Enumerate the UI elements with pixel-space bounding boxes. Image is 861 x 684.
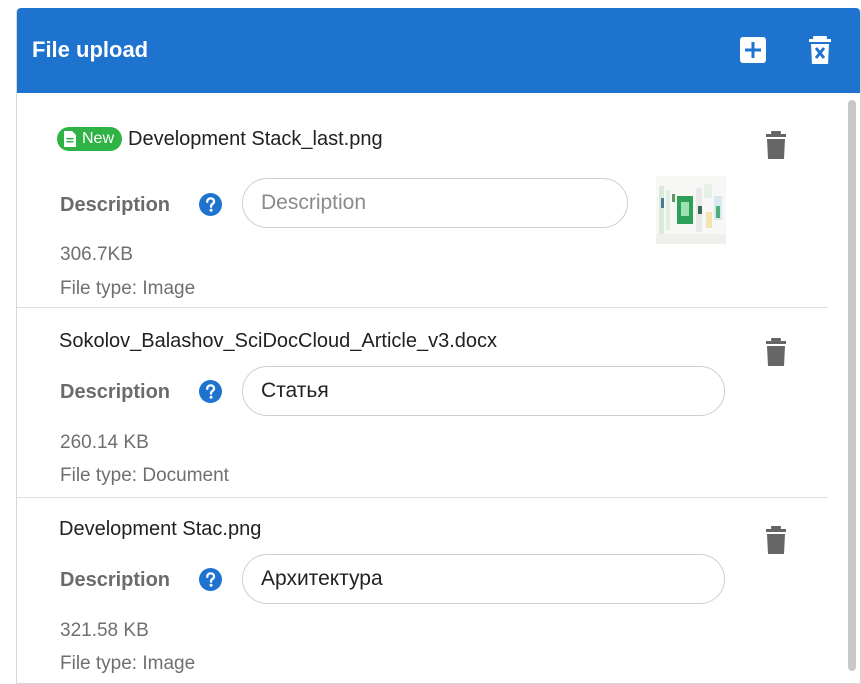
question-circle-icon <box>199 568 222 591</box>
file-name: Development Stac.png <box>59 518 262 540</box>
new-badge-label: New <box>82 130 115 147</box>
file-type: File type: Image <box>60 278 196 299</box>
file-type: File type: Image <box>60 653 196 674</box>
help-icon[interactable] <box>199 193 222 216</box>
description-input[interactable] <box>242 178 628 228</box>
question-circle-icon <box>199 380 222 403</box>
file-item: Development Stac.png Description 321.58 … <box>17 496 828 683</box>
file-list: New Development Stack_last.png Descripti… <box>17 93 860 683</box>
file-name-row: New Development Stack_last.png <box>57 127 383 151</box>
file-name-row: Sokolov_Balashov_SciDocCloud_Article_v3.… <box>57 330 497 353</box>
delete-file-button[interactable] <box>765 526 787 554</box>
description-input[interactable] <box>242 366 725 416</box>
trash-x-icon <box>809 36 831 64</box>
scrollbar-thumb[interactable] <box>848 100 856 671</box>
document-icon <box>64 131 76 147</box>
scrollbar[interactable] <box>848 100 856 671</box>
help-icon[interactable] <box>199 568 222 591</box>
file-name: Sokolov_Balashov_SciDocCloud_Article_v3.… <box>59 330 498 352</box>
file-size: 321.58 KB <box>60 620 149 641</box>
trash-icon <box>766 131 786 159</box>
file-name: Development Stack_last.png <box>128 127 383 150</box>
add-file-button[interactable] <box>737 34 769 66</box>
file-name-row: Development Stac.png <box>57 518 261 541</box>
panel-title: File upload <box>32 37 149 62</box>
question-circle-icon <box>199 193 222 216</box>
delete-all-button[interactable] <box>804 34 836 66</box>
description-input[interactable] <box>242 554 725 604</box>
trash-icon <box>766 526 786 554</box>
file-upload-panel: File upload New Development Stack_last.p… <box>16 8 861 684</box>
delete-file-button[interactable] <box>765 131 787 159</box>
trash-icon <box>766 338 786 366</box>
description-label: Description <box>60 381 171 403</box>
file-size: 260.14 KB <box>60 432 149 453</box>
file-item: Sokolov_Balashov_SciDocCloud_Article_v3.… <box>17 308 828 498</box>
panel-header: File upload <box>17 8 860 93</box>
description-label: Description <box>60 569 171 591</box>
file-type: File type: Document <box>60 465 229 486</box>
file-item: New Development Stack_last.png Descripti… <box>17 93 828 308</box>
description-label: Description <box>60 194 171 216</box>
image-thumbnail[interactable] <box>656 176 726 244</box>
new-badge: New <box>57 127 123 151</box>
delete-file-button[interactable] <box>765 338 787 366</box>
file-size: 306.7KB <box>60 244 133 265</box>
plus-square-icon <box>740 37 766 63</box>
help-icon[interactable] <box>199 380 222 403</box>
